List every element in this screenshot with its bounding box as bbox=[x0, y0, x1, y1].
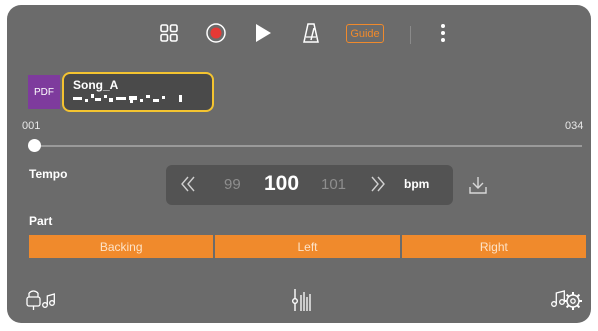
tempo-label: Tempo bbox=[29, 167, 68, 181]
toolbar-divider bbox=[410, 26, 411, 44]
position-slider-thumb[interactable] bbox=[28, 139, 41, 152]
song-title-frame[interactable]: Song_A bbox=[62, 72, 214, 112]
tempo-decrease-icon[interactable] bbox=[180, 175, 196, 198]
guide-button[interactable]: Guide bbox=[346, 24, 384, 43]
part-left-button[interactable]: Left bbox=[213, 235, 400, 258]
tempo-increase-icon[interactable] bbox=[370, 175, 386, 198]
toolbar: Guide bbox=[7, 15, 591, 51]
metronome-icon[interactable] bbox=[299, 19, 323, 47]
tempo-unit: bpm bbox=[404, 177, 430, 191]
tempo-previous-value[interactable]: 99 bbox=[224, 176, 241, 193]
song-library-icon[interactable] bbox=[25, 288, 55, 317]
part-selector: Backing Left Right bbox=[29, 235, 586, 258]
song-selector[interactable]: PDF Song_A bbox=[28, 72, 215, 112]
play-icon[interactable] bbox=[251, 19, 275, 47]
pdf-button[interactable]: PDF bbox=[28, 75, 60, 109]
song-settings-icon[interactable] bbox=[550, 286, 582, 317]
part-label: Part bbox=[29, 214, 53, 228]
tempo-current-value[interactable]: 100 bbox=[264, 172, 299, 196]
more-icon[interactable] bbox=[435, 19, 451, 47]
tempo-next-value[interactable]: 101 bbox=[321, 176, 346, 193]
song-title: Song_A bbox=[73, 78, 119, 92]
part-backing-button[interactable]: Backing bbox=[29, 235, 214, 258]
download-icon[interactable] bbox=[469, 176, 487, 199]
grid-icon[interactable] bbox=[157, 19, 181, 47]
position-slider-track[interactable] bbox=[34, 145, 582, 147]
record-icon[interactable] bbox=[204, 19, 228, 47]
tempo-control: 99 100 101 bpm bbox=[166, 165, 453, 205]
start-bar-label: 001 bbox=[22, 120, 41, 132]
end-bar-label: 034 bbox=[565, 120, 584, 132]
song-subtitle-redacted bbox=[73, 94, 182, 103]
part-right-button[interactable]: Right bbox=[399, 235, 586, 258]
song-control-panel: Guide PDF Song_A 001 034 Tempo 99 100 10… bbox=[7, 5, 591, 323]
mixer-icon[interactable] bbox=[292, 287, 312, 318]
